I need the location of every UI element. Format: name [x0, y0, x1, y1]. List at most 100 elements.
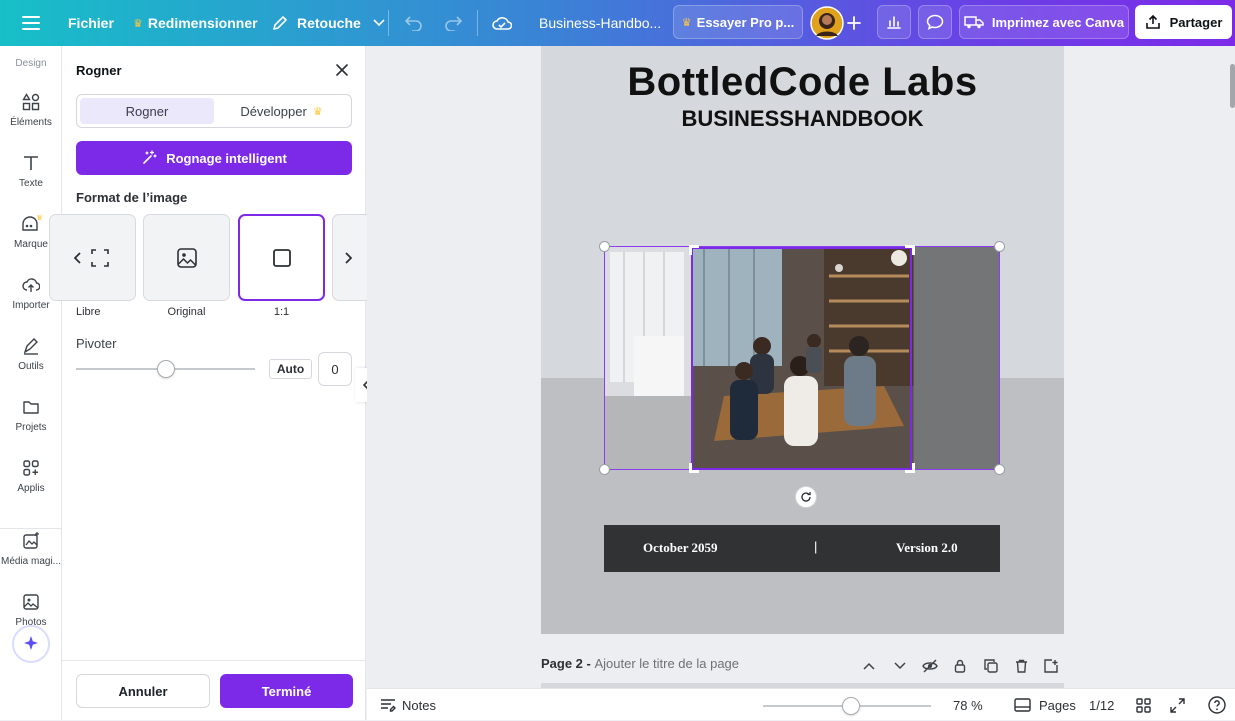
notes-button[interactable]: Notes — [380, 689, 436, 721]
pages-label: Pages — [1039, 697, 1076, 713]
grid-view-icon[interactable] — [1136, 689, 1151, 721]
redo-icon[interactable] — [443, 0, 463, 46]
info-separator: | — [814, 539, 818, 554]
crop-corner-bottom-right[interactable] — [905, 463, 915, 473]
format-card-free[interactable] — [49, 214, 136, 301]
add-collaborator-icon[interactable] — [847, 0, 861, 46]
rail-design-label[interactable]: Design — [0, 58, 62, 69]
format-label-square: 1:1 — [273, 306, 290, 318]
side-rail: Design Éléments Texte ♛ Marque Importer … — [0, 46, 62, 720]
rail-item-text[interactable]: Texte — [0, 154, 62, 189]
move-down-icon[interactable] — [890, 656, 910, 676]
cloud-saved-icon[interactable] — [492, 0, 512, 46]
page-counter[interactable]: 1/12 — [1089, 689, 1114, 721]
magic-assistant-button[interactable] — [12, 625, 50, 663]
try-pro-button[interactable]: ♛ Essayer Pro p... — [673, 5, 803, 39]
page-2-title-input[interactable]: Ajouter le titre de la page — [594, 656, 739, 671]
apps-icon — [23, 460, 39, 476]
menu-icon[interactable] — [22, 0, 40, 46]
crop-mode-toggle: Rogner Développer ♛ — [76, 94, 352, 128]
rail-item-apps[interactable]: Applis — [0, 459, 62, 494]
zoom-level[interactable]: 78 % — [953, 689, 983, 721]
tab-crop[interactable]: Rogner — [80, 98, 214, 124]
rail-item-photos[interactable]: Photos — [0, 593, 62, 628]
resize-handle-top-left[interactable] — [599, 241, 610, 252]
page-2-label: Page 2 - — [541, 656, 595, 671]
format-label-free: Libre — [76, 306, 101, 318]
pen-tool-icon — [23, 338, 38, 355]
chevron-right-icon[interactable] — [338, 248, 358, 268]
comment-icon[interactable] — [918, 5, 952, 39]
crop-corner-top-left[interactable] — [689, 245, 699, 255]
auto-rotate-button[interactable]: Auto — [269, 359, 312, 379]
rotate-handle[interactable] — [795, 486, 817, 508]
resize-button[interactable]: ♛ Redimensionner — [133, 0, 258, 46]
notes-label: Notes — [402, 697, 436, 713]
resize-label: Redimensionner — [147, 15, 258, 31]
lock-icon[interactable] — [950, 656, 970, 676]
info-date: October 2059 — [643, 540, 718, 555]
undo-icon[interactable] — [404, 0, 424, 46]
format-label-original: Original — [167, 306, 206, 318]
tab-expand-label: Développer — [240, 103, 307, 119]
rotate-slider-handle[interactable] — [157, 360, 175, 378]
share-label: Partager — [1169, 14, 1223, 30]
pages-button[interactable]: Pages — [1014, 689, 1076, 721]
share-icon — [1145, 14, 1160, 29]
crop-area[interactable] — [691, 247, 912, 470]
cancel-button[interactable]: Annuler — [76, 674, 210, 708]
resize-handle-bottom-left[interactable] — [599, 464, 610, 475]
svg-text:♛: ♛ — [36, 215, 42, 222]
scrollbar-thumb[interactable] — [1230, 64, 1235, 108]
panel-footer-divider — [62, 660, 366, 661]
format-card-square[interactable] — [238, 214, 325, 301]
tab-expand[interactable]: Développer ♛ — [217, 98, 351, 124]
rail-label: Texte — [19, 178, 43, 189]
company-name[interactable]: BottledCode Labs — [541, 60, 1064, 105]
analytics-icon[interactable] — [877, 5, 911, 39]
rotate-value-input[interactable]: 0 — [318, 352, 352, 386]
close-icon[interactable] — [334, 62, 350, 78]
hide-page-icon[interactable] — [920, 656, 940, 676]
rail-label: Applis — [17, 483, 45, 494]
crop-corner-top-right[interactable] — [905, 245, 915, 255]
crop-corner-bottom-left[interactable] — [689, 463, 699, 473]
add-page-icon[interactable] — [1041, 656, 1061, 676]
done-button[interactable]: Terminé — [220, 674, 353, 708]
text-icon — [24, 156, 38, 170]
share-button[interactable]: Partager — [1135, 5, 1232, 39]
rail-item-elements[interactable]: Éléments — [0, 93, 62, 128]
avatar[interactable] — [810, 0, 844, 46]
rail-label: Éléments — [10, 117, 52, 128]
format-card-original[interactable] — [143, 214, 230, 301]
zoom-slider-handle[interactable] — [842, 697, 860, 715]
handbook-subtitle[interactable]: BUSINESSHANDBOOK — [541, 106, 1064, 132]
print-label: Imprimez avec Canva — [991, 14, 1125, 30]
toolbar-divider — [388, 10, 389, 36]
resize-handle-bottom-right[interactable] — [994, 464, 1005, 475]
resize-handle-top-right[interactable] — [994, 241, 1005, 252]
move-up-icon[interactable] — [859, 656, 879, 676]
upload-cloud-icon — [22, 278, 40, 292]
rail-item-projects[interactable]: Projets — [0, 398, 62, 433]
rail-label: Média magi... — [0, 556, 62, 567]
vertical-scrollbar[interactable] — [1228, 46, 1235, 688]
smart-crop-label: Rognage intelligent — [166, 150, 287, 166]
retouch-button[interactable]: Retouche — [272, 0, 385, 46]
smart-crop-button[interactable]: Rognage intelligent — [76, 141, 352, 175]
freeform-crop-icon — [90, 248, 109, 267]
fullscreen-icon[interactable] — [1170, 689, 1185, 721]
rail-item-tools[interactable]: Outils — [0, 337, 62, 372]
crop-panel: Rogner Rogner Développer ♛ Rognage intel… — [49, 46, 372, 720]
delete-page-icon[interactable] — [1011, 656, 1031, 676]
document-title[interactable]: Business-Handbo... — [539, 0, 661, 46]
info-bar[interactable]: October 2059 | Version 2.0 — [604, 525, 1000, 572]
print-with-canva-button[interactable]: Imprimez avec Canva — [959, 5, 1129, 39]
help-icon[interactable] — [1208, 689, 1226, 721]
file-menu-button[interactable]: Fichier — [68, 0, 114, 46]
crown-icon: ♛ — [681, 16, 692, 29]
duplicate-page-icon[interactable] — [981, 656, 1001, 676]
rail-label: Projets — [15, 422, 47, 433]
rail-item-magic-media[interactable]: Média magi... — [0, 532, 62, 567]
chevron-left-icon[interactable] — [68, 248, 88, 268]
